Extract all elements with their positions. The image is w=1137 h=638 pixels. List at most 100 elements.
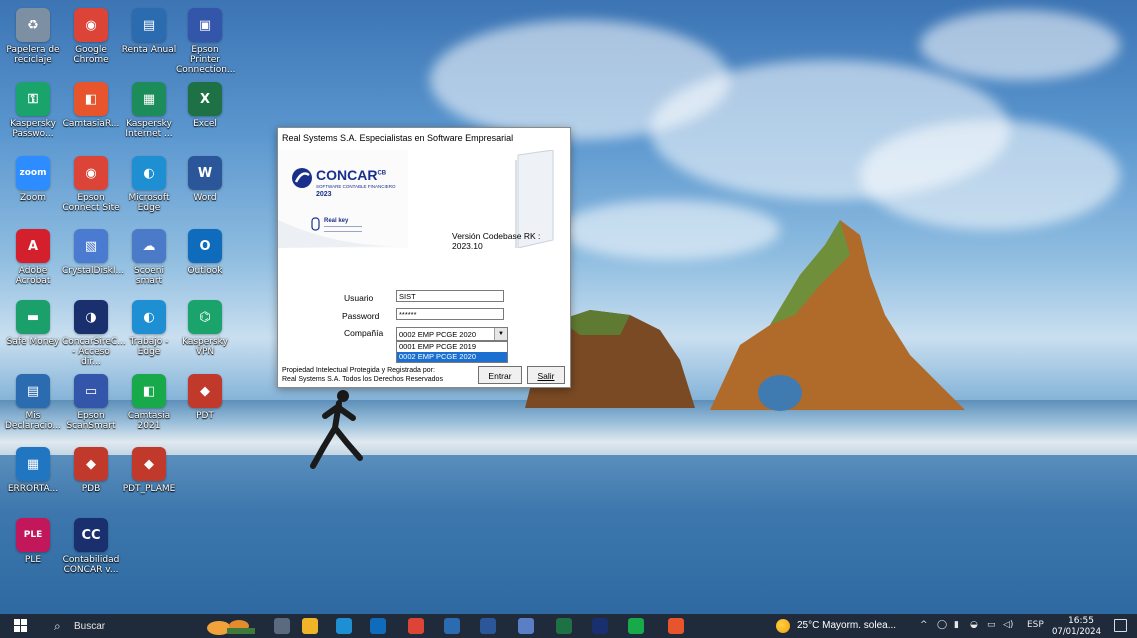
- desktop-shortcut[interactable]: ◧ Camtasia 2021: [120, 374, 178, 431]
- scoeni-smart-icon: ☁: [132, 229, 166, 263]
- desktop-shortcut[interactable]: ◉ Epson Connect Site: [62, 156, 120, 213]
- edge-icon[interactable]: [336, 618, 352, 634]
- desktop-shortcut[interactable]: ▦ Kaspersky Internet ...: [120, 82, 178, 139]
- edge-icon: ◐: [132, 156, 166, 190]
- excel-icon[interactable]: [556, 618, 572, 634]
- errorta-icon: ▦: [16, 447, 50, 481]
- desktop-shortcut[interactable]: ◐ Microsoft Edge: [120, 156, 178, 213]
- exit-button[interactable]: Salir: [527, 366, 565, 384]
- desktop-shortcut[interactable]: ♻ Papelera de reciclaje: [4, 8, 62, 65]
- display-icon[interactable]: ▭: [987, 620, 996, 630]
- desktop-shortcut-label: Contabilidad CONCAR v...: [62, 555, 120, 575]
- desktop-shortcut[interactable]: A Adobe Acrobat: [4, 229, 62, 286]
- concar-logo-icon: [292, 168, 312, 188]
- desktop-shortcut-label: Kaspersky VPN: [182, 337, 228, 357]
- desktop-shortcut[interactable]: ▧ CrystalDiskI...: [62, 229, 124, 276]
- search-icon: ⌕: [54, 619, 61, 633]
- concar-contabilidad-icon: CC: [74, 518, 108, 552]
- outlook-icon[interactable]: [370, 618, 386, 634]
- copyright-line-1: Propiedad Intelectual Protegida y Regist…: [282, 367, 435, 374]
- logo-text: CONCAR: [316, 167, 378, 183]
- desktop-shortcut[interactable]: PLE PLE: [4, 518, 62, 565]
- notification-icon[interactable]: [1114, 619, 1127, 632]
- pdt-icon: ◆: [188, 374, 222, 408]
- desktop-shortcut[interactable]: ◆ PDB: [62, 447, 120, 494]
- wifi-icon[interactable]: ◒: [970, 620, 978, 630]
- task-view-icon[interactable]: [274, 618, 290, 634]
- desktop-shortcut-label: Papelera de reciclaje: [6, 45, 60, 65]
- desktop-shortcut[interactable]: ◆ PDT: [176, 374, 234, 421]
- desktop-shortcut-label: Mis Declaracio...: [4, 411, 62, 431]
- desktop-shortcut-label: PDB: [81, 484, 101, 494]
- chevron-down-icon[interactable]: ▼: [494, 328, 507, 340]
- zoom-icon: zoom: [16, 156, 50, 190]
- desktop-shortcut[interactable]: ◉ Google Chrome: [62, 8, 120, 65]
- windows-start-icon[interactable]: [14, 619, 28, 633]
- desktop-shortcut[interactable]: CC Contabilidad CONCAR v...: [62, 518, 120, 575]
- desktop-shortcut[interactable]: ▭ Epson ScanSmart: [62, 374, 120, 431]
- store-icon[interactable]: [444, 618, 460, 634]
- concar-icon[interactable]: [592, 618, 608, 634]
- company-option-2019[interactable]: 0001 EMP PCGE 2019: [397, 342, 507, 352]
- desktop-shortcut[interactable]: W Word: [176, 156, 234, 203]
- user-input[interactable]: SIST: [396, 290, 504, 302]
- desktop-shortcut-label: Kaspersky Internet ...: [125, 119, 173, 139]
- kaspersky-password-icon: ⚿: [16, 82, 50, 116]
- word-icon[interactable]: [480, 618, 496, 634]
- desktop-shortcut-label: Adobe Acrobat: [15, 266, 51, 286]
- desktop-shortcut-label: Excel: [193, 119, 217, 129]
- epson-printer-icon: ▣: [188, 8, 222, 42]
- renta-icon[interactable]: [518, 618, 534, 634]
- logo-banner: CONCARCB SOFTWARE CONTABLE FINANCIERO 20…: [278, 150, 568, 251]
- camtasia-recorder-icon[interactable]: [668, 618, 684, 634]
- desktop-shortcut[interactable]: ▦ ERRORTA...: [4, 447, 62, 494]
- language-indicator[interactable]: ESP: [1027, 620, 1044, 630]
- weather-sun-icon[interactable]: [776, 619, 790, 633]
- chevron-up-icon[interactable]: ^: [920, 620, 928, 630]
- company-label: Compañía: [344, 328, 384, 338]
- crystaldisk-icon: ▧: [74, 229, 108, 263]
- concar-login-dialog: Real Systems S.A. Especialistas en Softw…: [277, 127, 571, 388]
- desktop-shortcut[interactable]: ▬ Safe Money: [4, 300, 62, 347]
- desktop-shortcut[interactable]: ⌬ Kaspersky VPN: [176, 300, 234, 357]
- concar-shortcut-icon: ◑: [74, 300, 108, 334]
- desktop-shortcut[interactable]: ▤ Mis Declaracio...: [4, 374, 62, 431]
- company-option-2020[interactable]: 0002 EMP PCGE 2020: [397, 352, 507, 362]
- desktop-shortcut[interactable]: ◧ CamtasiaR...: [62, 82, 120, 129]
- desktop-shortcut[interactable]: ▤ Renta Anual: [120, 8, 178, 55]
- camtasia-icon: ◧: [132, 374, 166, 408]
- desktop-shortcut[interactable]: O Outlook: [176, 229, 234, 276]
- desktop-shortcut[interactable]: ◆ PDT_PLAME: [120, 447, 178, 494]
- chrome-icon: ◉: [74, 8, 108, 42]
- file-explorer-icon[interactable]: [302, 618, 318, 634]
- desktop-shortcut[interactable]: ☁ Scoeni smart: [120, 229, 178, 286]
- camtasia-icon[interactable]: [628, 618, 644, 634]
- search-placeholder: Buscar: [74, 621, 106, 632]
- desktop-shortcut[interactable]: X Excel: [176, 82, 234, 129]
- onedrive-icon[interactable]: ◯: [937, 620, 947, 630]
- desktop-shortcut-label: ERRORTA...: [7, 484, 59, 494]
- desktop-shortcut[interactable]: ◑ ConcarSireC... - Acceso dir...: [62, 300, 126, 367]
- desktop-shortcut[interactable]: zoom Zoom: [4, 156, 62, 203]
- epson-connect-icon: ◉: [74, 156, 108, 190]
- weather-text[interactable]: 25°C Mayorm. solea...: [797, 620, 896, 631]
- desktop-shortcut-label: Camtasia 2021: [127, 411, 171, 431]
- kaspersky-internet-icon: ▦: [132, 82, 166, 116]
- company-select[interactable]: 0002 EMP PCGE 2020 ▼: [396, 327, 508, 341]
- desktop-shortcut-label: PDT: [196, 411, 214, 421]
- desktop-shortcut[interactable]: ⚿ Kaspersky Passwo...: [4, 82, 62, 139]
- desktop-shortcut-label: Google Chrome: [73, 45, 109, 65]
- enter-button[interactable]: Entrar: [478, 366, 522, 384]
- password-input[interactable]: ******: [396, 308, 504, 320]
- copyright-text: Propiedad Intelectual Protegida y Regist…: [282, 366, 443, 384]
- chrome-icon[interactable]: [408, 618, 424, 634]
- desktop-shortcut[interactable]: ▣ Epson Printer Connection...: [176, 8, 236, 75]
- landscape-widget-icon[interactable]: [205, 616, 257, 636]
- desktop-shortcut[interactable]: ◐ Trabajo - Edge: [120, 300, 178, 357]
- desktop-shortcut-label: Word: [193, 193, 217, 203]
- clock-time[interactable]: 16:55: [1068, 616, 1094, 626]
- clock-date[interactable]: 07/01/2024: [1052, 627, 1101, 637]
- taskbar-search-box[interactable]: ⌕ Buscar: [46, 616, 196, 636]
- volume-icon[interactable]: ◁): [1003, 620, 1013, 630]
- usb-icon[interactable]: ▮: [954, 620, 959, 630]
